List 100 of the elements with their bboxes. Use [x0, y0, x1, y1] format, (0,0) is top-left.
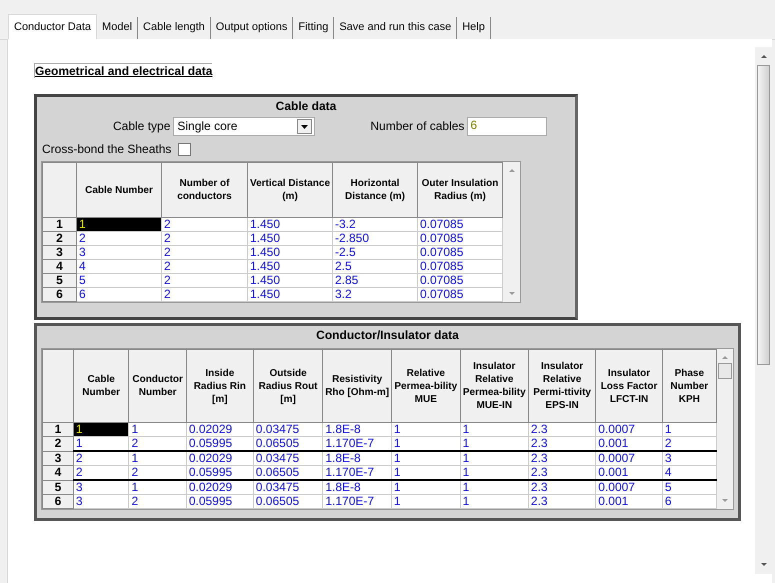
table-cell[interactable]: 1.450: [248, 232, 332, 246]
table-cell[interactable]: 0.07085: [418, 232, 502, 246]
table-cell[interactable]: 0.02029: [186, 422, 254, 436]
table-cell[interactable]: 0.0007: [596, 480, 662, 494]
table-cell[interactable]: 1: [391, 451, 460, 466]
scroll-thumb[interactable]: [757, 65, 770, 365]
table-cell[interactable]: 2.3: [528, 494, 596, 508]
table-cell[interactable]: -2.850: [332, 232, 418, 246]
table-cell[interactable]: 1: [460, 422, 528, 436]
table-cell[interactable]: 1: [460, 466, 528, 480]
table-cell[interactable]: 0.07085: [418, 288, 502, 302]
table-cell[interactable]: 1.450: [248, 246, 332, 260]
table-cell[interactable]: 2: [73, 466, 129, 480]
table-cell[interactable]: 2.3: [528, 466, 596, 480]
table-cell[interactable]: 1: [128, 422, 186, 436]
table-cell[interactable]: 2.5: [332, 260, 418, 274]
table-cell[interactable]: 0.06505: [253, 494, 323, 508]
table-cell[interactable]: 1.8E-8: [322, 451, 392, 466]
table-cell[interactable]: 0.03475: [253, 422, 323, 436]
table-cell[interactable]: 1: [73, 422, 129, 436]
table-cell[interactable]: 1: [128, 480, 186, 494]
table-cell[interactable]: 1.8E-8: [322, 422, 392, 436]
table-cell[interactable]: 0.001: [596, 466, 662, 480]
table-cell[interactable]: 1: [460, 451, 528, 466]
table-cell[interactable]: 1: [662, 422, 716, 436]
table-cell[interactable]: 0.001: [596, 494, 662, 508]
cross-bond-checkbox[interactable]: [178, 142, 192, 156]
column-header: Relative Permea-bility MUE: [391, 350, 460, 422]
table-cell[interactable]: 0.03475: [253, 480, 323, 494]
table-cell[interactable]: 1: [73, 436, 129, 451]
table-cell[interactable]: 3: [76, 246, 162, 260]
table-cell[interactable]: 1.450: [248, 260, 332, 274]
table-cell[interactable]: 0.07085: [418, 218, 502, 232]
table-cell[interactable]: 1: [391, 480, 460, 494]
table-cell[interactable]: 3: [662, 451, 716, 466]
table-cell[interactable]: 0.02029: [186, 480, 254, 494]
table-cell[interactable]: 0.0007: [596, 451, 662, 466]
table-cell[interactable]: 1.450: [248, 288, 332, 302]
table-cell[interactable]: 0.05995: [186, 466, 254, 480]
table-cell[interactable]: 0.05995: [186, 494, 254, 508]
table-cell[interactable]: 2: [128, 466, 186, 480]
table-cell[interactable]: 1: [460, 480, 528, 494]
table-cell[interactable]: 0.07085: [418, 260, 502, 274]
table-cell[interactable]: 0.06505: [253, 466, 323, 480]
table-cell[interactable]: 1: [460, 494, 528, 508]
table-cell[interactable]: 2: [128, 494, 186, 508]
table-cell[interactable]: 2: [162, 274, 248, 288]
table-cell[interactable]: -2.5: [332, 246, 418, 260]
table-cell[interactable]: 3.2: [332, 288, 418, 302]
table-cell[interactable]: 1: [460, 436, 528, 451]
scroll-thumb[interactable]: [718, 363, 732, 379]
table-cell[interactable]: 1: [128, 451, 186, 466]
table-cell[interactable]: 2: [128, 436, 186, 451]
table-cell[interactable]: 5: [76, 274, 162, 288]
table-cell[interactable]: 2: [162, 232, 248, 246]
table-cell[interactable]: 2: [162, 260, 248, 274]
table-cell[interactable]: 0.02029: [186, 451, 254, 466]
panel-title: Conductor/Insulator data: [315, 328, 460, 344]
table-cell[interactable]: 0.05995: [186, 436, 254, 451]
table-cell[interactable]: 2.3: [528, 480, 596, 494]
table-cell[interactable]: 0.001: [596, 436, 662, 451]
table-cell[interactable]: 3: [73, 480, 129, 494]
scrollbar[interactable]: [503, 162, 520, 302]
table-cell[interactable]: 0.07085: [418, 246, 502, 260]
table-cell[interactable]: 1: [391, 466, 460, 480]
table-cell[interactable]: 0.07085: [418, 274, 502, 288]
scrollbar[interactable]: [716, 349, 733, 509]
table-cell[interactable]: 6: [76, 288, 162, 302]
cable-type-dropdown[interactable]: Single core: [173, 116, 316, 136]
table-cell[interactable]: 4: [76, 260, 162, 274]
table-cell[interactable]: 2.3: [528, 451, 596, 466]
table-cell[interactable]: 1: [391, 436, 460, 451]
table-cell[interactable]: -3.2: [332, 218, 418, 232]
scrollbar[interactable]: [755, 47, 772, 574]
table-cell[interactable]: 0.03475: [253, 451, 323, 466]
table-cell[interactable]: 5: [662, 480, 716, 494]
table-cell[interactable]: 1.170E-7: [322, 466, 392, 480]
table-cell[interactable]: 6: [662, 494, 716, 508]
table-cell[interactable]: 1.450: [248, 274, 332, 288]
table-cell[interactable]: 2: [162, 218, 248, 232]
table-cell[interactable]: 2.3: [528, 422, 596, 436]
table-cell[interactable]: 1.170E-7: [322, 494, 392, 508]
number-of-cables-field[interactable]: 6: [467, 116, 548, 136]
tab[interactable]: Conductor Data: [8, 14, 98, 39]
table-cell[interactable]: 1.170E-7: [322, 436, 392, 451]
table-cell[interactable]: 1.8E-8: [322, 480, 392, 494]
table-cell[interactable]: 3: [73, 494, 129, 508]
table-cell[interactable]: 2: [162, 288, 248, 302]
table-cell[interactable]: 1: [391, 494, 460, 508]
table-cell[interactable]: 0.0007: [596, 422, 662, 436]
table-cell[interactable]: 2.3: [528, 436, 596, 451]
table-cell[interactable]: 2: [73, 451, 129, 466]
table-cell[interactable]: 2: [76, 232, 162, 246]
table-cell[interactable]: 0.06505: [253, 436, 323, 451]
row-header: 5: [42, 480, 74, 494]
table-cell[interactable]: 2.85: [332, 274, 418, 288]
table-cell[interactable]: 1: [76, 218, 162, 232]
table-cell[interactable]: 1.450: [248, 218, 332, 232]
table-cell[interactable]: 1: [391, 422, 460, 436]
table-cell[interactable]: 2: [162, 246, 248, 260]
